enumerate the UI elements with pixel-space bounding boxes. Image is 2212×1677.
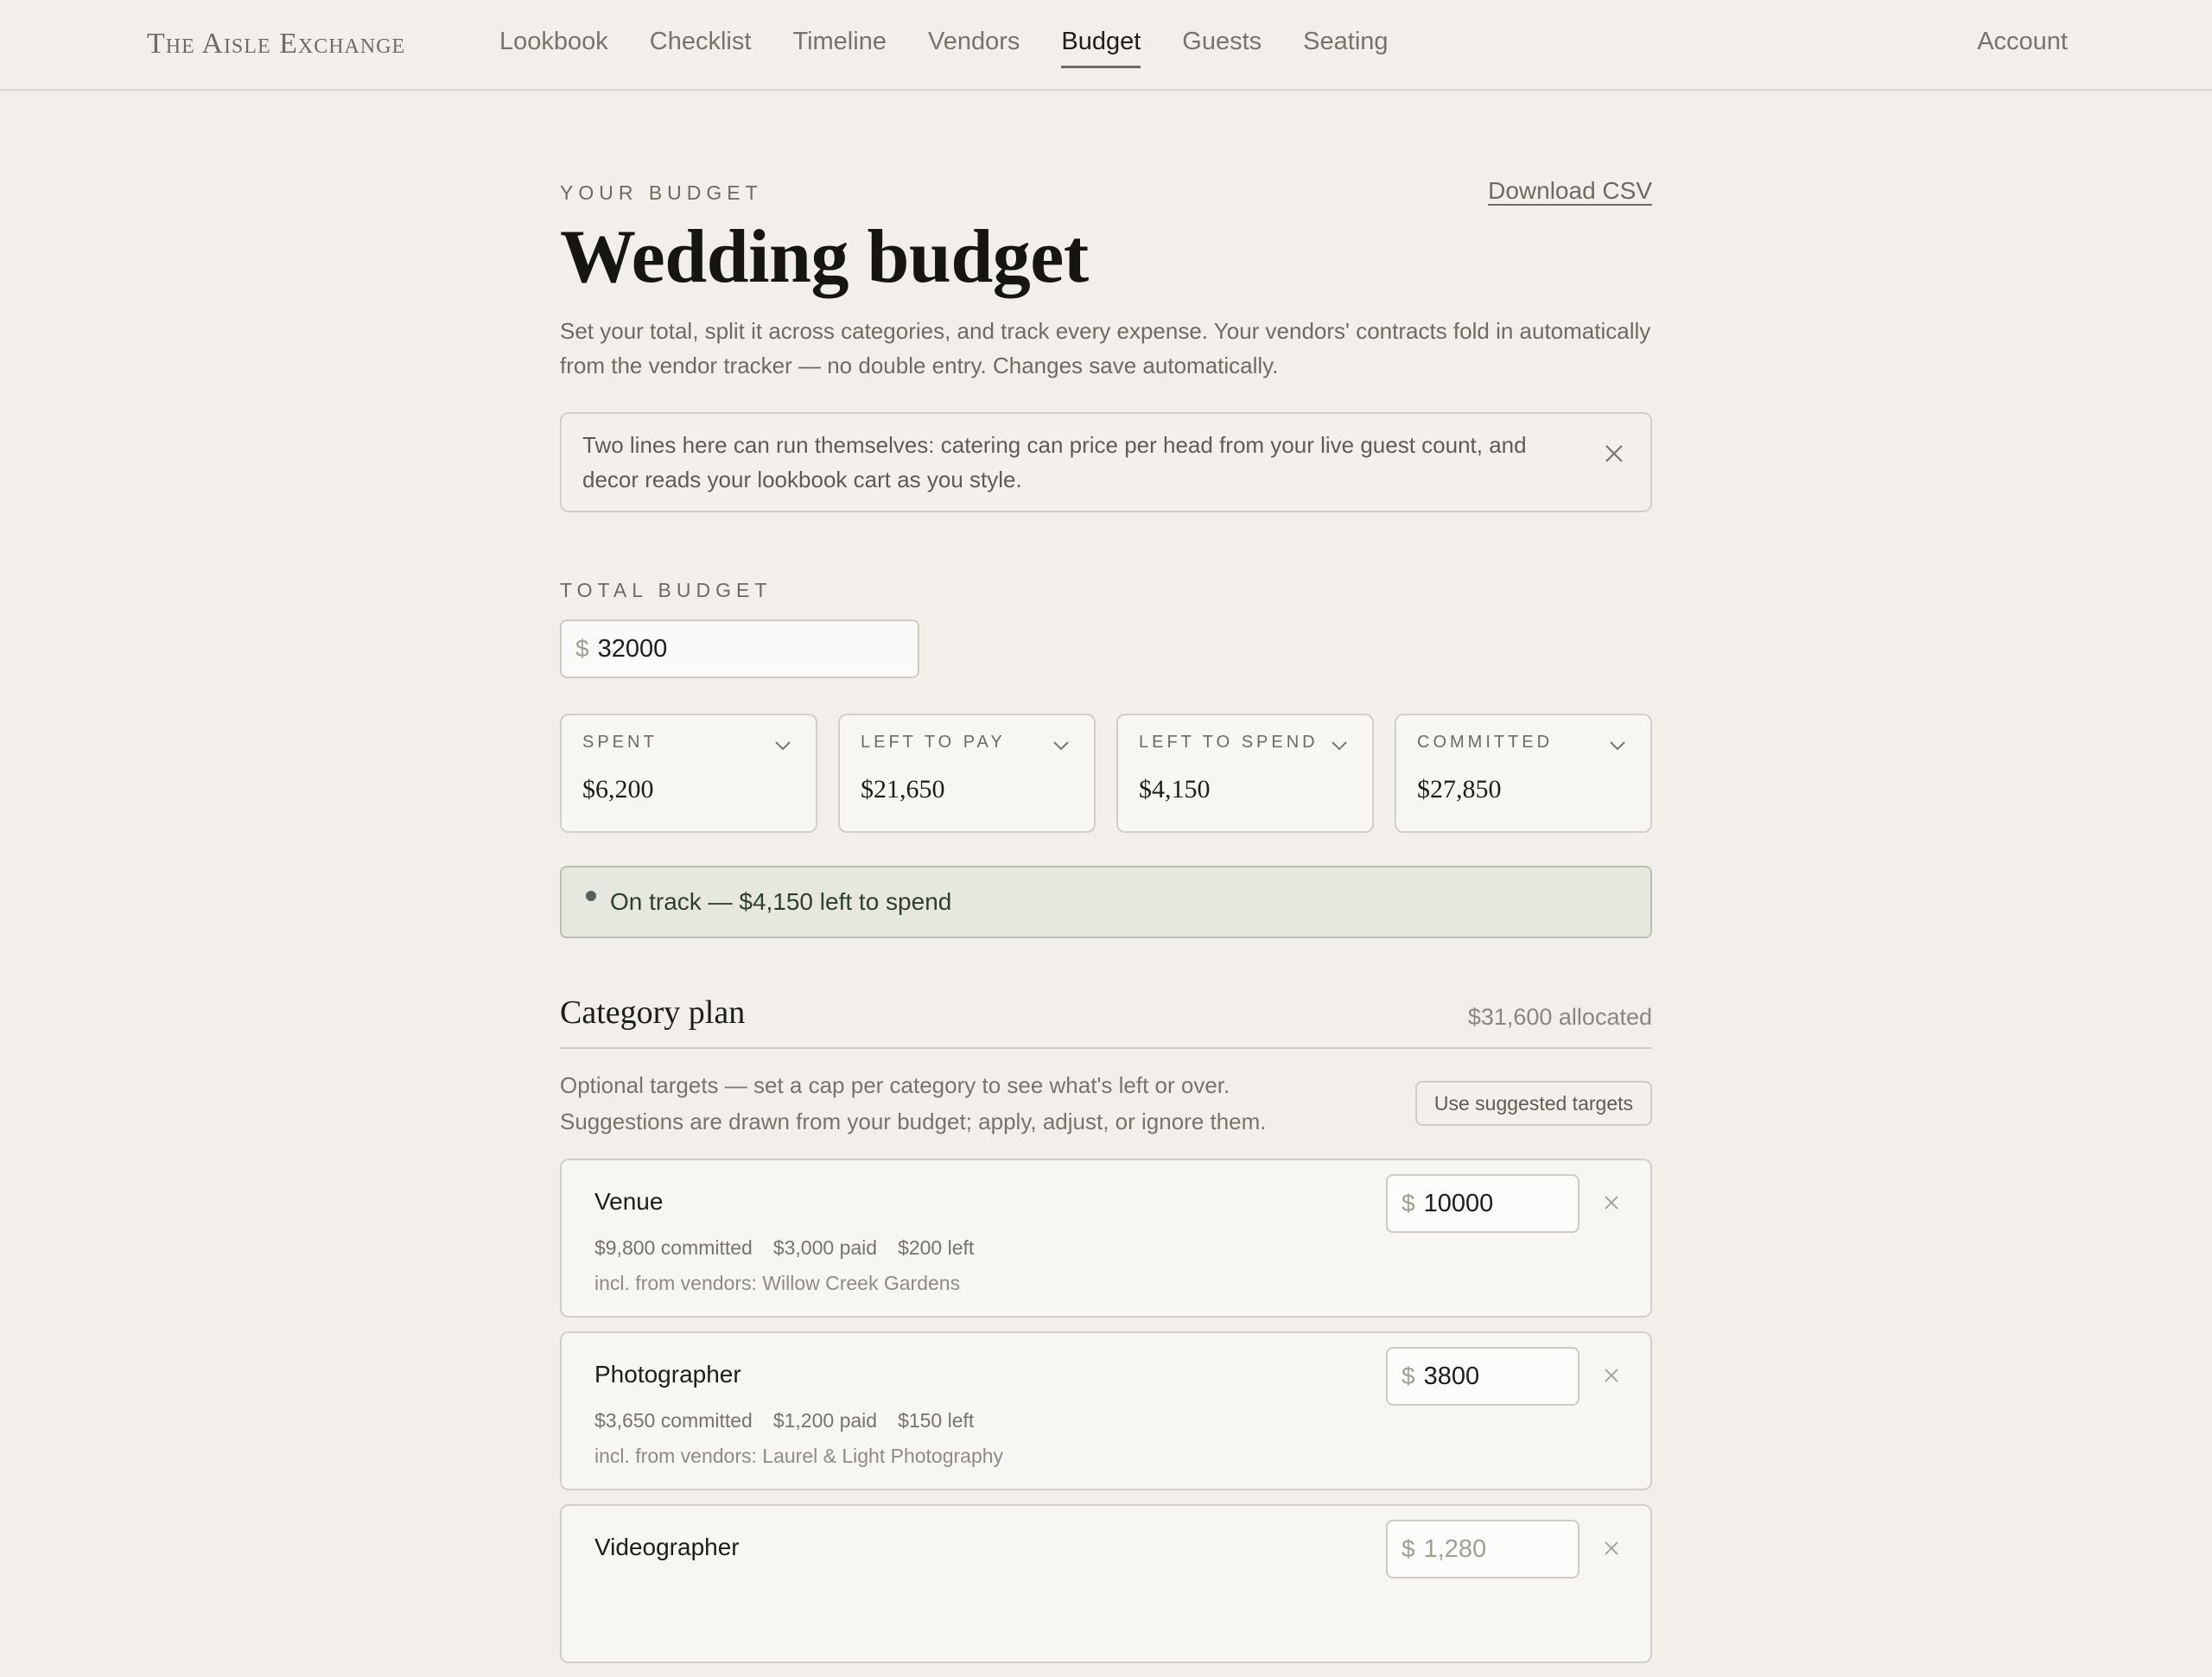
status-text: On track — $4,150 left to spend (610, 888, 952, 915)
allocated-total: $31,600 allocated (1467, 1004, 1652, 1030)
stat-value: $6,200 (582, 775, 654, 804)
chevron-down-icon (1610, 741, 1625, 751)
category-plan-header: Category plan $31,600 allocated (560, 994, 1652, 1049)
stat-value: $4,150 (1139, 775, 1211, 804)
category-card-videographer: Videographer $ (560, 1504, 1652, 1663)
page-description: Set your total, split it across categori… (560, 318, 1651, 378)
status-dot-icon (586, 891, 596, 901)
committed-amount: $3,650 committed (594, 1409, 753, 1432)
automation-notice: Two lines here can run themselves: cater… (560, 412, 1652, 512)
category-card-photographer: Photographer $3,650 committed $1,200 pai… (560, 1331, 1652, 1490)
page-title: Wedding budget (560, 215, 1089, 299)
category-plan-description: Optional targets — set a cap per categor… (560, 1067, 1338, 1140)
chevron-down-icon (1053, 741, 1069, 751)
nav-link-vendors[interactable]: Vendors (928, 28, 1020, 56)
vendor-source: incl. from vendors: Willow Creek Gardens (594, 1272, 961, 1294)
paid-amount: $1,200 paid (772, 1409, 878, 1432)
status-banner: On track — $4,150 left to spend (560, 866, 1652, 938)
category-target-input[interactable] (1423, 1362, 1571, 1391)
chevron-down-icon (1332, 741, 1347, 751)
nav-link-seating[interactable]: Seating (1303, 28, 1388, 56)
stat-label: Committed (1417, 733, 1554, 752)
total-budget-field[interactable]: $ (560, 619, 919, 678)
download-csv-link[interactable]: Download CSV (1488, 177, 1652, 205)
notice-text: Two lines here can run themselves: cater… (582, 432, 1527, 492)
category-card-venue: Venue $9,800 committed $3,000 paid $200 … (560, 1159, 1652, 1318)
currency-symbol: $ (1402, 1535, 1415, 1562)
nav-link-budget[interactable]: Budget (1061, 28, 1141, 68)
remove-target-icon[interactable] (1604, 1540, 1619, 1556)
account-link[interactable]: Account (1977, 28, 2068, 56)
category-target-field[interactable]: $ (1386, 1174, 1580, 1233)
vendor-source: incl. from vendors: Laurel & Light Photo… (594, 1445, 1004, 1467)
category-plan-title: Category plan (560, 994, 746, 1031)
left-amount: $150 left (898, 1409, 975, 1432)
nav-link-checklist[interactable]: Checklist (650, 28, 752, 56)
brand-logo[interactable]: The Aisle Exchange (147, 28, 405, 60)
nav-link-guests[interactable]: Guests (1182, 28, 1262, 56)
committed-amount: $9,800 committed (594, 1236, 753, 1259)
nav-links: Lookbook Checklist Timeline Vendors Budg… (499, 28, 1430, 68)
close-icon[interactable] (1604, 443, 1624, 464)
stat-label: Left to pay (861, 733, 1006, 752)
currency-symbol: $ (1402, 1363, 1415, 1389)
left-amount: $200 left (898, 1236, 975, 1259)
description-line: Optional targets — set a cap per categor… (560, 1072, 1230, 1098)
currency-symbol: $ (575, 635, 589, 662)
budget-stats: Spent $6,200 Left to pay $21,650 Left to… (560, 714, 1652, 833)
stat-committed[interactable]: Committed $27,850 (1395, 714, 1652, 833)
category-target-field[interactable]: $ (1386, 1347, 1580, 1406)
stat-value: $21,650 (861, 775, 945, 804)
use-suggested-targets-button[interactable]: Use suggested targets (1414, 1081, 1652, 1126)
stat-spent[interactable]: Spent $6,200 (560, 714, 817, 833)
category-list: Venue $9,800 committed $3,000 paid $200 … (560, 1159, 1652, 1677)
remove-target-icon[interactable] (1604, 1368, 1619, 1383)
chevron-down-icon (775, 741, 791, 751)
page-eyebrow: Your budget (560, 181, 763, 204)
stat-label: Left to spend (1139, 733, 1319, 752)
currency-symbol: $ (1402, 1190, 1415, 1216)
stat-left-to-pay[interactable]: Left to pay $21,650 (838, 714, 1096, 833)
nav-link-timeline[interactable]: Timeline (792, 28, 887, 56)
category-meta: $3,650 committed $1,200 paid $150 left (594, 1409, 1618, 1432)
category-target-input[interactable] (1423, 1189, 1571, 1218)
category-target-input[interactable] (1423, 1534, 1571, 1564)
category-target-field[interactable]: $ (1386, 1520, 1580, 1579)
stat-value: $27,850 (1417, 775, 1502, 804)
category-meta: $9,800 committed $3,000 paid $200 left (594, 1236, 1618, 1260)
remove-target-icon[interactable] (1604, 1195, 1619, 1210)
stat-left-to-spend[interactable]: Left to spend $4,150 (1116, 714, 1374, 833)
stat-label: Spent (582, 733, 658, 752)
total-budget-input[interactable] (597, 634, 857, 664)
nav-link-lookbook[interactable]: Lookbook (499, 28, 608, 56)
top-nav: The Aisle Exchange Lookbook Checklist Ti… (0, 0, 2212, 91)
paid-amount: $3,000 paid (772, 1236, 878, 1259)
total-budget-label: Total budget (560, 579, 772, 601)
description-line: Suggestions are drawn from your budget; … (560, 1108, 1267, 1134)
